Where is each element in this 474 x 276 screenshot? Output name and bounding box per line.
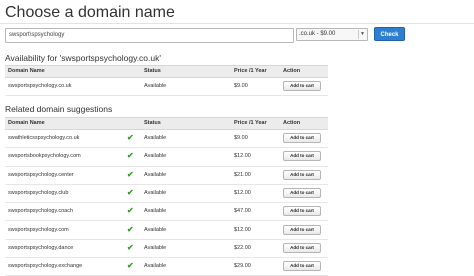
related-heading: Related domain suggestions: [5, 104, 113, 114]
table-row: swsportspsychology.exchange ✔ Available $29…: [5, 257, 328, 276]
domain-price: $9.00: [234, 83, 248, 89]
table-row: swsportspsychology.coach ✔ Available $47.00…: [5, 202, 328, 222]
domain-status: Available: [144, 208, 167, 215]
availability-heading: Availability for 'swsportspsychology.co.…: [5, 53, 161, 63]
domain-price: $12.00: [234, 189, 251, 196]
domain-name: swsportspsychology.co.uk: [8, 83, 72, 89]
add-to-cart-button[interactable]: Add to cart: [283, 81, 321, 91]
title-divider: [0, 23, 474, 24]
domain-price: $21.00: [234, 171, 251, 178]
domain-price: $9.00: [234, 135, 248, 141]
check-icon: ✔: [127, 242, 134, 252]
column-header-action: Action: [283, 68, 301, 74]
domain-name: swsportspsychology.club: [8, 189, 69, 196]
domain-price: $12.00: [234, 226, 251, 233]
check-icon: ✔: [127, 224, 134, 234]
table-row: swsportspsychology.com ✔ Available $12.00 Ad…: [5, 221, 328, 240]
check-icon: ✔: [127, 151, 134, 161]
domain-name: swsportspsychology.center: [8, 171, 74, 178]
add-to-cart-button[interactable]: Add to cart: [283, 206, 321, 217]
check-icon: ✔: [127, 261, 134, 271]
table-row: swsportspsychology.co.uk Available $9.00 Ad…: [5, 77, 328, 96]
add-to-cart-button[interactable]: Add to cart: [283, 169, 321, 180]
domain-status: Available: [144, 153, 167, 160]
domain-name: swsportspsychology.coach: [8, 208, 74, 215]
domain-price: $22.00: [234, 244, 251, 251]
domain-status: Available: [144, 171, 167, 178]
chevron-down-icon: ▼: [358, 30, 366, 39]
add-to-cart-button[interactable]: Add to cart: [283, 224, 321, 235]
domain-name: swsportspsychology.dance: [8, 244, 74, 251]
domain-name: swathleticsspsychology.co.uk: [8, 135, 80, 141]
add-to-cart-button[interactable]: Add to cart: [283, 151, 321, 162]
domain-name: swsportspsychology.com: [8, 226, 69, 233]
add-to-cart-button[interactable]: Add to cart: [283, 261, 321, 272]
domain-name: swsportsbookpsychology.com: [8, 153, 81, 160]
column-header-domain-name: Domain Name: [8, 120, 45, 126]
check-button[interactable]: Check: [374, 27, 405, 41]
domain-status: Available: [144, 83, 167, 89]
column-header-price: Price /1 Year: [234, 68, 267, 74]
table-row: swsportspsychology.center ✔ Available $21.0…: [5, 166, 328, 185]
tld-select-value: .co.uk - $9.00: [299, 31, 336, 37]
column-header-price: Price /1 Year: [234, 120, 267, 126]
column-header-status: Status: [144, 68, 161, 74]
check-icon: ✔: [127, 206, 134, 216]
add-to-cart-button[interactable]: Add to cart: [283, 187, 321, 198]
domain-status: Available: [144, 189, 167, 196]
add-to-cart-button[interactable]: Add to cart: [283, 133, 321, 143]
domain-status: Available: [144, 135, 167, 141]
column-header-action: Action: [283, 120, 301, 126]
domain-price: $47.00: [234, 208, 251, 215]
table-row: swsportspsychology.dance ✔ Available $22.00…: [5, 239, 328, 259]
column-header-status: Status: [144, 120, 161, 126]
table-row: swsportspsychology.club ✔ Available $12.00 A…: [5, 184, 328, 204]
check-icon: ✔: [127, 133, 134, 142]
column-header-domain-name: Domain Name: [8, 68, 45, 74]
domain-status: Available: [144, 226, 167, 233]
page-title: Choose a domain name: [5, 4, 175, 21]
domain-status: Available: [144, 244, 167, 251]
add-to-cart-button[interactable]: Add to cart: [283, 242, 321, 253]
table-row: swathleticsspsychology.co.uk ✔ Available $9…: [5, 129, 328, 149]
check-icon: ✔: [127, 169, 134, 179]
check-icon: ✔: [127, 187, 134, 197]
domain-price: $12.00: [234, 153, 251, 160]
tld-select[interactable]: .co.uk - $9.00 ▼: [296, 28, 368, 41]
table-row: swsportsbookpsychology.com ✔ Available $12.…: [5, 147, 328, 167]
domain-search-input[interactable]: [5, 28, 294, 43]
